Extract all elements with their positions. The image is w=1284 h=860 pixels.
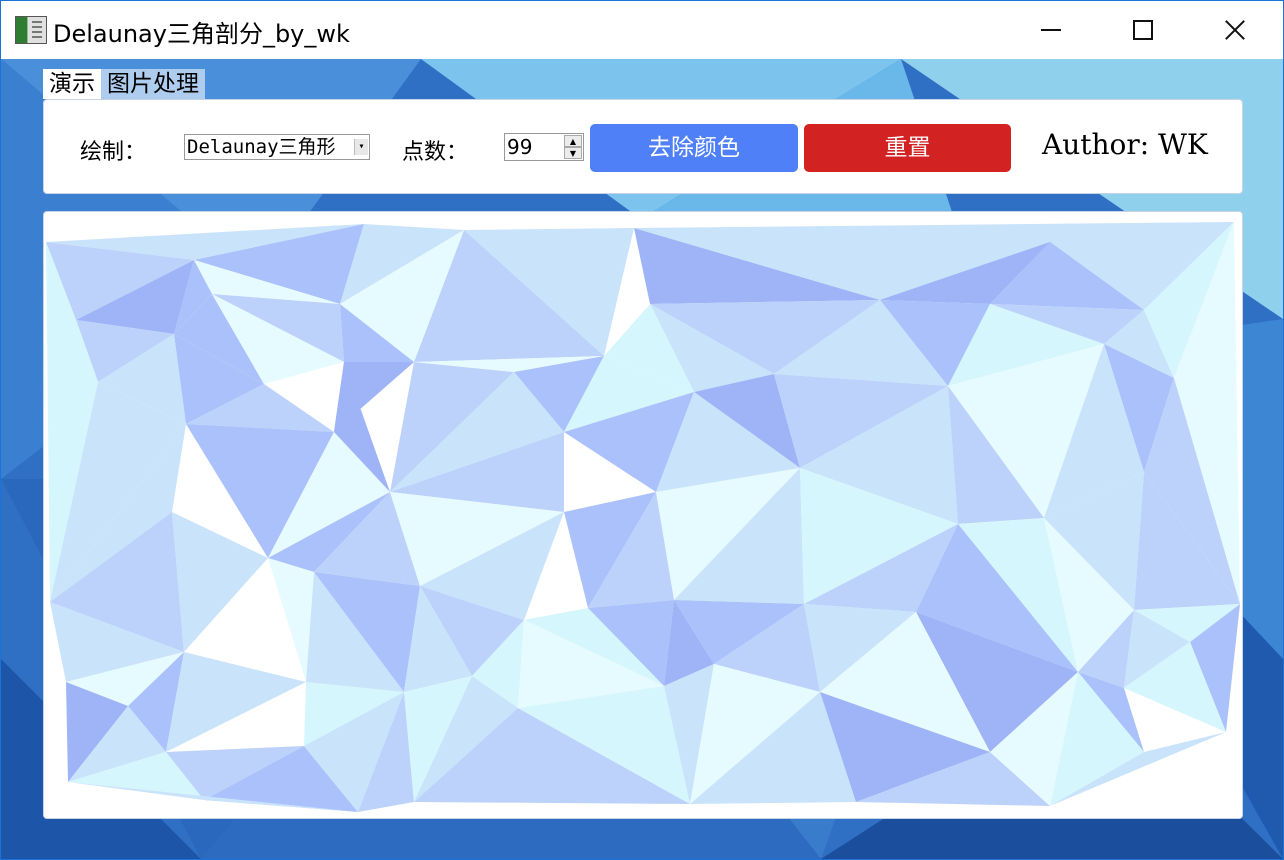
client-area: 演示 图片处理 绘制： Delaunay三角形 ▾ 点数： 99 ▲ ▼ 去除颜…	[1, 59, 1283, 859]
spin-down-icon[interactable]: ▼	[564, 147, 582, 159]
control-panel: 绘制： Delaunay三角形 ▾ 点数： 99 ▲ ▼ 去除颜色 重置 Aut…	[43, 99, 1243, 194]
reset-button[interactable]: 重置	[804, 124, 1011, 172]
minimize-button[interactable]	[1005, 1, 1097, 59]
drawing-canvas[interactable]	[43, 211, 1243, 819]
author-label: Author: WK	[1042, 128, 1208, 161]
dropdown-arrow-icon[interactable]: ▾	[354, 139, 368, 155]
draw-mode-value: Delaunay三角形	[187, 136, 336, 158]
maximize-icon	[1133, 20, 1153, 40]
title-bar[interactable]: Delaunay三角剖分_by_wk	[1, 1, 1283, 59]
app-window: Delaunay三角剖分_by_wk 演示 图片处理 绘制： Delaunay三…	[0, 0, 1284, 860]
draw-mode-select[interactable]: Delaunay三角形 ▾	[184, 134, 370, 160]
app-icon	[15, 16, 47, 44]
spin-up-icon[interactable]: ▲	[564, 135, 582, 147]
remove-color-button[interactable]: 去除颜色	[590, 124, 798, 172]
draw-label: 绘制：	[80, 140, 147, 165]
minimize-icon	[1041, 29, 1061, 31]
window-title: Delaunay三角剖分_by_wk	[53, 20, 350, 48]
menu-item-demo[interactable]: 演示	[43, 69, 101, 99]
maximize-button[interactable]	[1097, 1, 1189, 59]
spin-buttons: ▲ ▼	[564, 135, 582, 159]
close-button[interactable]	[1189, 1, 1281, 59]
points-value[interactable]: 99	[507, 135, 532, 159]
close-icon	[1224, 19, 1246, 41]
menu-bar: 演示 图片处理	[43, 69, 205, 99]
points-spinbox[interactable]: 99 ▲ ▼	[504, 133, 584, 161]
delaunay-triangulation	[44, 212, 1242, 818]
points-label: 点数：	[402, 140, 469, 165]
menu-item-image-processing[interactable]: 图片处理	[101, 69, 205, 99]
